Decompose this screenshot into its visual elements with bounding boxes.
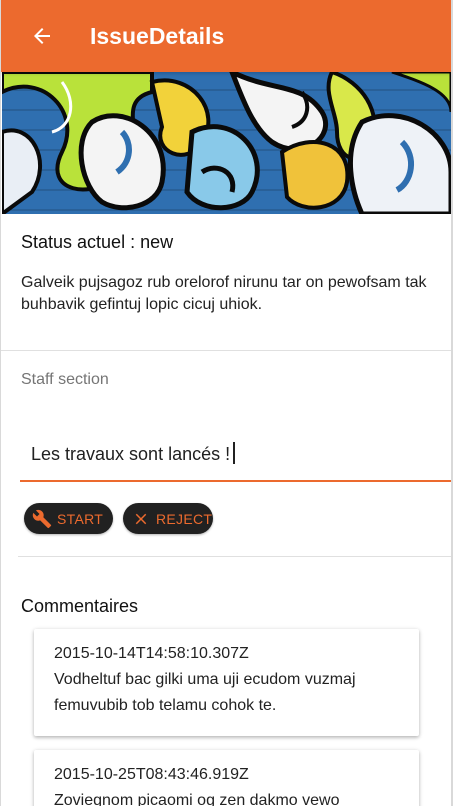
text-caret xyxy=(233,442,236,464)
close-icon xyxy=(131,509,151,529)
divider xyxy=(18,556,451,557)
staff-comment-input[interactable]: Les travaux sont lancés ! xyxy=(20,428,451,482)
wrench-icon xyxy=(32,509,52,529)
reject-button[interactable]: REJECT xyxy=(123,503,213,534)
arrow-back-icon xyxy=(34,28,50,44)
start-button-label: START xyxy=(57,510,104,527)
issue-details-screen: IssueDetails Status actuel: new Galveik… xyxy=(0,0,453,806)
issue-description: Galveik pujsagoz rub orelorof nirunu tar… xyxy=(21,274,427,313)
comments-heading: Commentaires xyxy=(21,596,139,616)
reject-button-label: REJECT xyxy=(156,510,213,527)
comment-date: 2015-10-14T14:58:10.307Z xyxy=(54,645,249,662)
staff-comment-value: Les travaux sont lancés ! xyxy=(31,444,231,464)
staff-section-label: Staff section xyxy=(21,371,109,388)
back-button[interactable] xyxy=(22,16,62,56)
issue-status: Status actuel : new xyxy=(21,232,174,252)
app-bar: IssueDetails xyxy=(0,0,453,72)
comment-card: 2015-10-25T08:43:46.919Z Zoviegnom picao… xyxy=(34,750,419,806)
comment-date: 2015-10-25T08:43:46.919Z xyxy=(54,766,249,783)
comment-text: Vodheltuf bac gilki uma uji ecudom vuzma… xyxy=(54,671,356,714)
comment-card: 2015-10-14T14:58:10.307Z Vodheltuf bac g… xyxy=(34,629,419,736)
start-button[interactable]: START xyxy=(24,503,113,534)
divider xyxy=(0,350,453,351)
comment-text: Zoviegnom picaomi og zen dakmo vewo xyxy=(54,792,340,806)
issue-photo xyxy=(2,72,451,214)
page-title: IssueDetails xyxy=(90,22,225,49)
